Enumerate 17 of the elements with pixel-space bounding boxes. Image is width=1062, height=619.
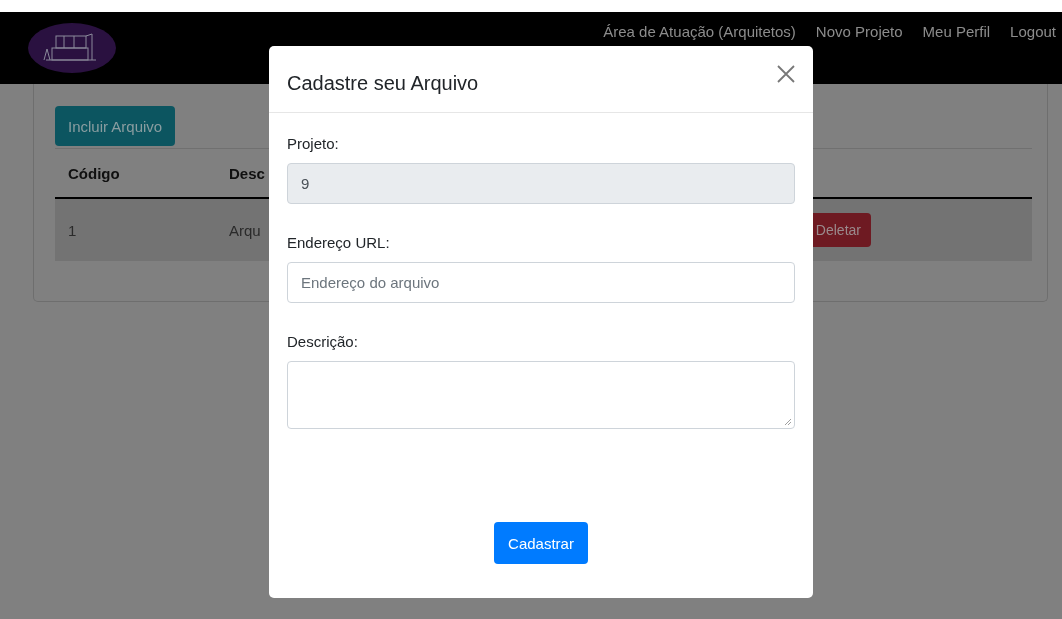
field-label: Endereço URL: xyxy=(287,234,391,251)
input-field[interactable]: Endereço do arquivo xyxy=(287,262,795,303)
close-icon[interactable] xyxy=(777,65,795,83)
nav-link[interactable]: Área de Atuação (Arquitetos) xyxy=(603,23,796,41)
nav-link[interactable]: Novo Projeto xyxy=(815,23,903,41)
submit-button[interactable]: Cadastrar xyxy=(494,522,588,564)
nav-link[interactable]: Meu Perfil xyxy=(922,23,991,41)
column-header: Desc xyxy=(229,164,266,182)
modal-title: Cadastre seu Arquivo xyxy=(287,71,479,95)
field-label: Descrição: xyxy=(287,333,359,350)
nav-link[interactable]: Logout xyxy=(1010,23,1056,41)
resize-grip-icon[interactable] xyxy=(784,418,792,426)
column-header: Código xyxy=(67,164,121,182)
field-label: Projeto: xyxy=(287,135,340,152)
building-logo-icon[interactable] xyxy=(28,23,116,73)
table-cell-text: 1 xyxy=(67,221,78,239)
table-cell-text: Arqu xyxy=(229,221,262,239)
